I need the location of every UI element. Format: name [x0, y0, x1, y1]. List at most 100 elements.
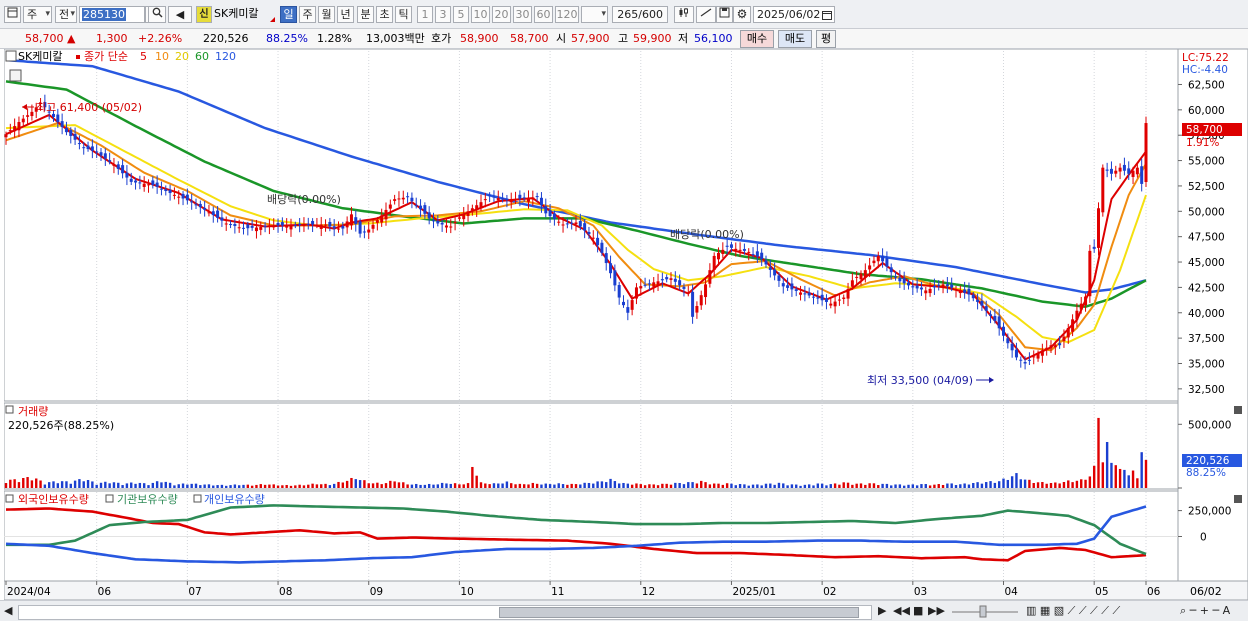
candle-body: [859, 273, 863, 280]
search-button[interactable]: [148, 6, 166, 23]
volume-bar: [976, 482, 979, 488]
speaker-button[interactable]: ◀: [168, 6, 192, 23]
volume-menu-icon[interactable]: [5, 405, 14, 414]
drawing-tool-button[interactable]: [696, 6, 716, 23]
interval-day[interactable]: 일: [280, 6, 297, 23]
num-button-30[interactable]: 30: [513, 6, 532, 23]
candle-body: [233, 223, 237, 227]
chart-tool-button[interactable]: [674, 6, 694, 23]
candle-body: [349, 214, 353, 226]
volume-bar: [596, 481, 599, 488]
volume-bar: [553, 484, 556, 488]
legend-ma20: 20: [175, 50, 189, 63]
candle-body: [470, 208, 474, 211]
holdings-menu-icon[interactable]: [5, 494, 14, 503]
volume-bar: [505, 481, 509, 488]
count-field[interactable]: 265/600: [612, 6, 668, 23]
candle-body: [816, 297, 820, 299]
candle-body: [306, 223, 310, 225]
num-button-60[interactable]: 60: [534, 6, 553, 23]
candle-body: [151, 180, 155, 185]
volume-bar: [924, 484, 927, 488]
volume-bar: [807, 484, 811, 488]
interval-minute[interactable]: 분: [357, 6, 374, 23]
window-toggle-button[interactable]: [4, 6, 21, 23]
volume-bar: [95, 484, 98, 488]
sell-button[interactable]: 매도: [778, 30, 812, 48]
candle-body: [56, 114, 60, 123]
volume-bar: [583, 482, 586, 488]
volume-bar: [544, 483, 547, 488]
stock-name[interactable]: SK케미칼: [214, 6, 259, 22]
interval-week[interactable]: 주: [299, 6, 316, 23]
buy-button[interactable]: 매수: [740, 30, 774, 48]
chart-toolbar: 주 전 285130 ▼ ◀ 신 SK케미칼 일 주 월 년 분 초 틱 1 3…: [0, 0, 1248, 29]
candle-body: [544, 206, 548, 214]
volume-bar: [194, 483, 198, 488]
num-button-120[interactable]: 120: [555, 6, 579, 23]
volume-close-icon[interactable]: [1234, 406, 1242, 414]
candle-body: [518, 194, 522, 199]
volume-bar: [902, 485, 906, 488]
volume-bar: [497, 483, 500, 488]
candle-body: [496, 198, 500, 201]
price-y-label-10: 37,500: [1188, 333, 1225, 345]
interval-second[interactable]: 초: [376, 6, 393, 23]
volume-bar: [130, 482, 133, 488]
forward-button[interactable]: ▶▶: [928, 604, 945, 618]
period-type-select[interactable]: 주: [23, 6, 52, 23]
play-button[interactable]: ▶: [878, 604, 886, 618]
save-button[interactable]: [716, 6, 733, 23]
num-button-1[interactable]: 1: [417, 6, 433, 23]
candle-body: [475, 205, 479, 210]
volume-bar: [795, 484, 798, 488]
rewind-button[interactable]: ◀◀: [893, 604, 910, 618]
volume-bar: [462, 484, 465, 488]
candle-body: [976, 299, 980, 302]
chart-type-buttons[interactable]: ▥ ▦ ▧ ⟋ ⟋ ⟋ ⟋ ⟋: [1026, 604, 1120, 618]
candle-body: [777, 275, 781, 281]
panel-menu-icon[interactable]: [5, 50, 17, 62]
volume-bar: [1054, 482, 1057, 488]
candle-body: [116, 164, 120, 169]
chart-area[interactable]: 62,500 60,000 57,500 55,000 52,500 50,000 47,5…: [3, 48, 1248, 601]
grid-toggle-icon[interactable]: [9, 69, 22, 82]
average-button[interactable]: 평: [816, 30, 836, 48]
volume-bar: [890, 485, 893, 488]
interval-month[interactable]: 월: [318, 6, 335, 23]
volume-bar: [972, 482, 975, 488]
date-field[interactable]: 2025/06/02: [753, 6, 835, 23]
scroll-track[interactable]: [18, 605, 872, 620]
chart-svg[interactable]: 62,50060,00057,50055,00052,50050,00047,5…: [3, 48, 1248, 601]
num-button-20[interactable]: 20: [492, 6, 511, 23]
speed-slider[interactable]: [950, 604, 1020, 622]
price-change-pct: +2.26%: [138, 32, 183, 45]
stop-button[interactable]: ■: [913, 604, 923, 618]
volume-bar: [1036, 482, 1040, 488]
interval-tick[interactable]: 틱: [395, 6, 412, 23]
num-button-10[interactable]: 10: [471, 6, 490, 23]
interval-year[interactable]: 년: [337, 6, 354, 23]
scroll-thumb[interactable]: [499, 607, 859, 618]
settings-button[interactable]: ⚙: [733, 6, 751, 23]
candle-body: [1114, 170, 1118, 174]
candle-body: [691, 291, 695, 317]
num-button-3[interactable]: 3: [435, 6, 451, 23]
period-scope-select[interactable]: 전: [55, 6, 77, 23]
scroll-left-arrow[interactable]: ◀: [4, 604, 12, 618]
candle-body: [8, 130, 12, 132]
stock-code-input[interactable]: 285130: [79, 6, 145, 23]
candle-body: [211, 211, 215, 216]
volume-bar: [872, 483, 876, 488]
zoom-buttons[interactable]: ⌕ ─ + ─ A: [1180, 604, 1230, 618]
candle-body: [768, 267, 772, 270]
volume-bar: [751, 484, 755, 488]
num-dropdown[interactable]: [581, 6, 608, 23]
holdings-close-icon[interactable]: [1234, 495, 1242, 503]
volume-bar: [997, 481, 1001, 488]
num-button-5[interactable]: 5: [453, 6, 469, 23]
volume-bar: [613, 481, 617, 488]
volume-bar: [661, 483, 664, 488]
candle-body: [185, 194, 189, 201]
candle-body: [561, 224, 565, 226]
